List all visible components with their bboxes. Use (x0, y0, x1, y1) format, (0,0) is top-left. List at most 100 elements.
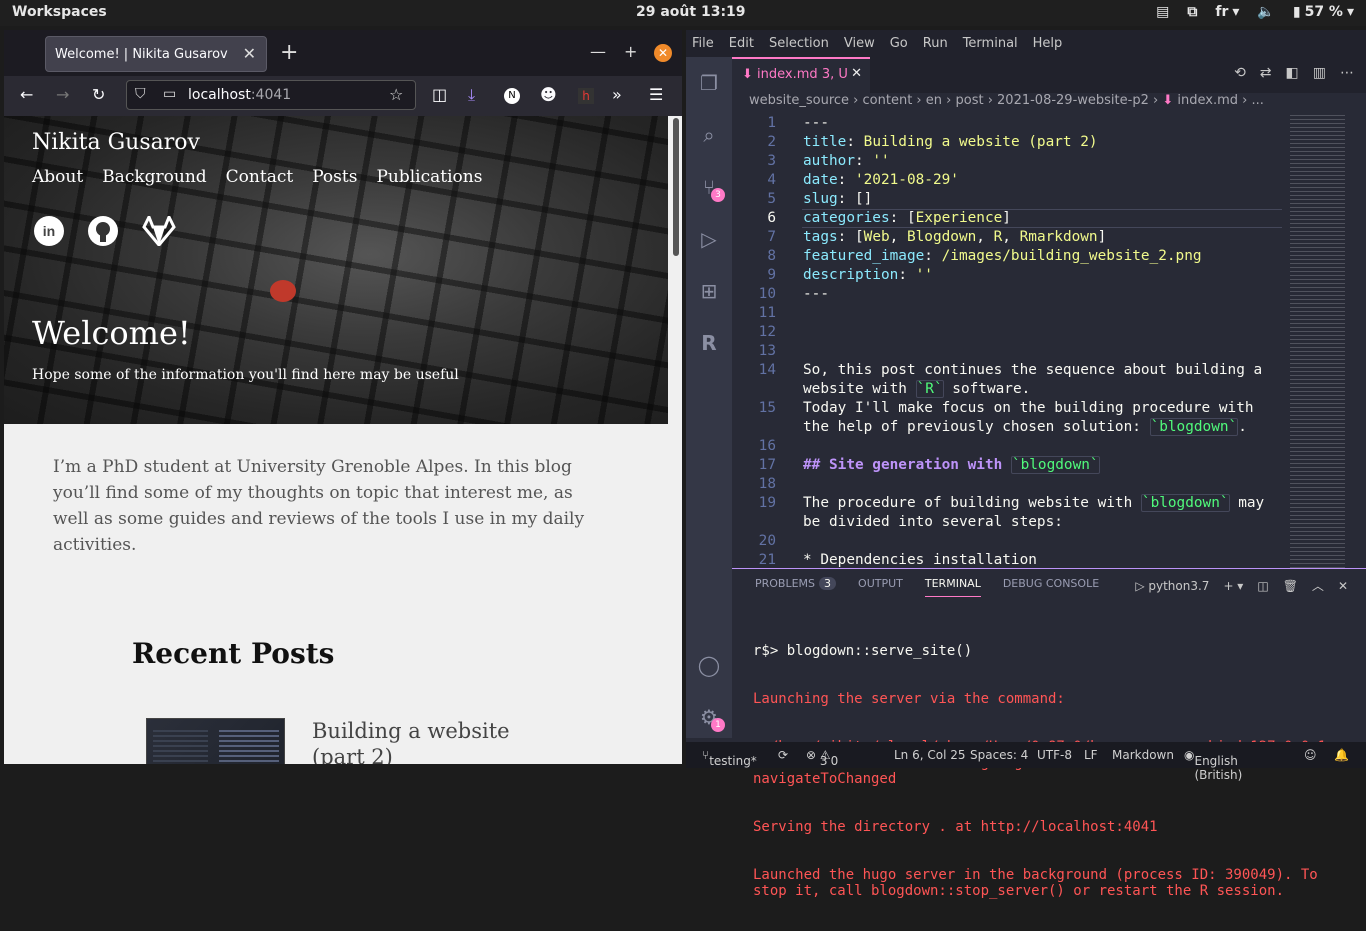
site-title[interactable]: Nikita Gusarov (32, 130, 200, 155)
trackpoint (270, 280, 296, 302)
menu-view[interactable]: View (844, 36, 875, 51)
tab-problems[interactable]: PROBLEMS 3 (755, 577, 837, 597)
layout-icon[interactable]: ▤ (1156, 4, 1169, 20)
close-panel-icon[interactable]: ✕ (1338, 579, 1348, 593)
overflow-menu-icon[interactable]: » (612, 85, 622, 104)
nav-link-posts[interactable]: Posts (312, 167, 357, 187)
accounts-icon[interactable]: ◯ (697, 653, 721, 677)
run-debug-icon[interactable]: ▷ (697, 227, 721, 251)
breadcrumb-item[interactable]: website_source (749, 93, 849, 108)
source-control-icon[interactable]: ⑂ 3 (697, 175, 725, 202)
settings-gear-icon[interactable]: ⚙ 1 (697, 705, 725, 732)
workspaces-button[interactable]: Workspaces (12, 4, 107, 20)
close-tab-icon[interactable]: ✕ (243, 44, 256, 63)
indentation[interactable]: Spaces: 4 (970, 748, 1028, 762)
breadcrumb-item[interactable]: content (863, 93, 913, 108)
hero-banner: Nikita Gusarov About Background Contact … (4, 116, 668, 424)
feedback-icon[interactable]: ☺ (1304, 748, 1317, 762)
gitlab-icon[interactable] (142, 213, 176, 248)
forward-icon[interactable]: → (56, 85, 69, 104)
clock[interactable]: 29 août 13:19 (636, 4, 746, 20)
extension-h-icon[interactable]: h (578, 88, 594, 104)
breadcrumb-item[interactable]: post (955, 93, 983, 108)
split-terminal-icon[interactable]: ◫ (1257, 579, 1268, 593)
extensions-icon[interactable]: ⊞ (697, 279, 721, 303)
menu-file[interactable]: File (692, 36, 714, 51)
notifications-icon[interactable]: 🔔 (1334, 748, 1349, 762)
social-links: in (34, 213, 176, 248)
post-title-link[interactable]: Building a website (part 2) (312, 718, 542, 764)
git-branch[interactable]: ⑂ testing* (702, 748, 757, 768)
nav-link-publications[interactable]: Publications (376, 167, 482, 187)
search-icon[interactable]: ⌕ (697, 123, 721, 147)
breadcrumb-item[interactable]: ... (1251, 93, 1263, 108)
terminal-output[interactable]: r$> blogdown::serve_site() Launching the… (753, 611, 1353, 931)
menu-run[interactable]: Run (923, 36, 948, 51)
r-language-icon[interactable]: R (697, 331, 721, 355)
back-icon[interactable]: ← (20, 85, 33, 104)
breadcrumb-item[interactable]: index.md (1177, 93, 1238, 108)
github-icon[interactable] (88, 216, 118, 246)
spellcheck-language[interactable]: ◉ English (British) (1184, 748, 1242, 782)
menu-help[interactable]: Help (1033, 36, 1063, 51)
battery-indicator[interactable]: ▮ 57 % ▾ (1293, 4, 1354, 20)
nav-link-background[interactable]: Background (102, 167, 206, 187)
language-mode[interactable]: Markdown (1112, 748, 1174, 762)
close-tab-icon[interactable]: ✕ (851, 66, 862, 81)
maximize-icon[interactable]: + (624, 42, 637, 61)
new-terminal-icon[interactable]: + ▾ (1223, 579, 1243, 593)
extension-n-icon[interactable]: N (504, 88, 520, 104)
editor-tab-index-md[interactable]: ⬇ index.md 3, U ✕ (732, 57, 870, 93)
tab-debug-console[interactable]: DEBUG CONSOLE (1003, 577, 1099, 597)
hamburger-menu-icon[interactable]: ☰ (649, 85, 663, 104)
nav-link-about[interactable]: About (32, 167, 83, 187)
keyboard-language[interactable]: fr ▾ (1215, 4, 1239, 20)
menu-terminal[interactable]: Terminal (963, 36, 1018, 51)
extension-mascot-icon[interactable]: ☻ (540, 85, 557, 104)
post-thumbnail[interactable] (146, 718, 285, 764)
minimap[interactable] (1286, 115, 1356, 568)
browser-toolbar: ← → ↻ ⛉ ▭ localhost:4041 ☆ ◫ ⤓ N ☻ h » ☰ (4, 76, 682, 116)
hero-subtitle: Hope some of the information you'll find… (32, 367, 459, 383)
bookmark-star-icon[interactable]: ☆ (389, 85, 403, 104)
tab-title: Welcome! | Nikita Gusarov (55, 46, 228, 62)
status-bar: ⑂ testing* ⟳ ⊗ 3 ⚠ 0 Ln 6, Col 25 Spaces… (686, 742, 1366, 782)
code-editor[interactable]: 1 --- 2 title: Building a website (part 2)… (732, 115, 1332, 568)
breadcrumb-item[interactable]: en (926, 93, 942, 108)
page-info-icon[interactable]: ▭ (163, 86, 176, 102)
encoding[interactable]: UTF-8 (1037, 748, 1072, 762)
minimize-icon[interactable]: — (590, 42, 606, 61)
menu-edit[interactable]: Edit (729, 36, 754, 51)
clipboard-icon[interactable]: ⧉ (1187, 4, 1197, 20)
compare-changes-icon[interactable]: ⇄ (1260, 65, 1272, 81)
kill-terminal-icon[interactable]: 🗑 (1283, 579, 1298, 593)
maximize-panel-icon[interactable]: ︿ (1312, 577, 1324, 594)
nav-link-contact[interactable]: Contact (226, 167, 294, 187)
timeline-icon[interactable]: ⟲ (1234, 65, 1246, 81)
cursor-position[interactable]: Ln 6, Col 25 (894, 748, 966, 762)
end-of-line[interactable]: LF (1084, 748, 1098, 762)
tracking-shield-icon[interactable]: ⛉ (135, 86, 146, 102)
menu-go[interactable]: Go (890, 36, 908, 51)
reload-icon[interactable]: ↻ (92, 85, 105, 104)
page-scrollbar[interactable] (672, 116, 680, 764)
new-tab-icon[interactable]: + (280, 40, 298, 65)
pocket-icon[interactable]: ◫ (432, 85, 447, 104)
downloads-icon[interactable]: ⤓ (468, 85, 475, 105)
linkedin-icon[interactable]: in (34, 216, 64, 246)
breadcrumb-item[interactable]: 2021-08-29-website-p2 (997, 93, 1149, 108)
url-bar[interactable]: ⛉ ▭ localhost:4041 ☆ (126, 80, 416, 110)
volume-icon[interactable]: 🔈 (1257, 4, 1274, 20)
more-actions-icon[interactable]: ⋯ (1340, 65, 1354, 81)
menu-selection[interactable]: Selection (769, 36, 829, 51)
split-editor-icon[interactable]: ▥ (1313, 65, 1326, 81)
problems-indicator[interactable]: ⊗ 3 ⚠ 0 (806, 748, 838, 768)
explorer-icon[interactable]: ❐ (697, 71, 721, 95)
tab-terminal[interactable]: TERMINAL (924, 577, 981, 597)
close-window-icon[interactable]: ✕ (654, 44, 672, 62)
browser-tab[interactable]: Welcome! | Nikita Gusarov ✕ (45, 36, 267, 72)
tab-output[interactable]: OUTPUT (858, 577, 903, 597)
sync-icon[interactable]: ⟳ (778, 748, 788, 762)
terminal-selector[interactable]: ▷ python3.7 (1135, 579, 1209, 593)
open-preview-icon[interactable]: ◧ (1286, 65, 1299, 81)
